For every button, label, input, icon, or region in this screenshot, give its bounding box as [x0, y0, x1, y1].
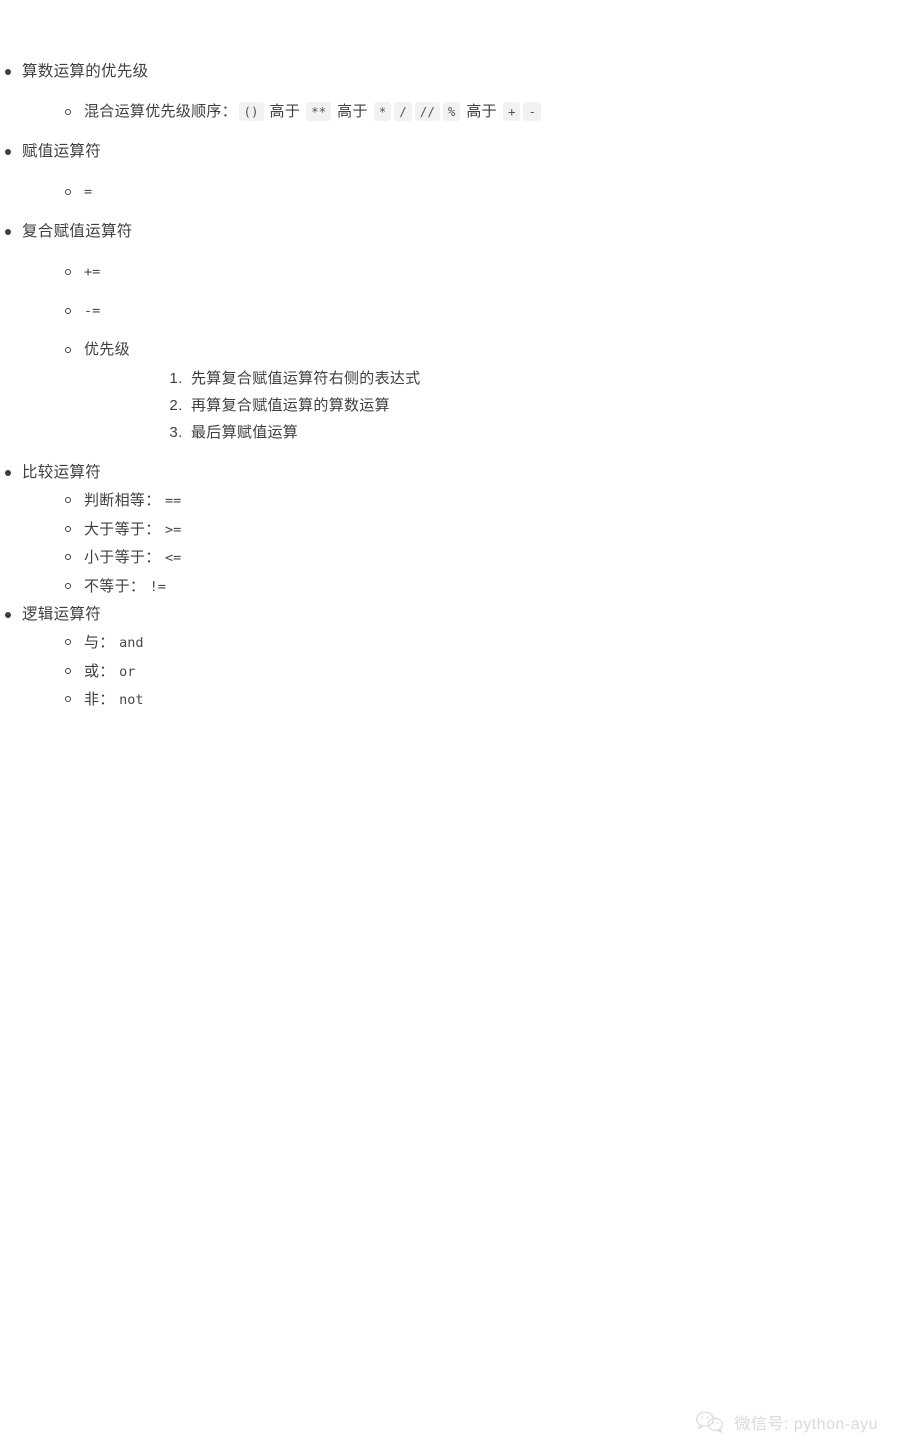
precedence-connector: 高于: [269, 103, 301, 120]
outline-level2-list: 混合运算优先级顺序：() 高于 ** 高于 * ///% 高于 + -: [22, 99, 880, 125]
outline-level1-item: 比较运算符 判断相等： == 大于等于： >= 小于等于： <= 不等于： !=: [0, 459, 880, 601]
operator-code: or: [119, 663, 136, 680]
wechat-icon: [695, 1410, 725, 1434]
outline-level2-label: 不等于： !=: [84, 573, 880, 602]
outline-level1-item: 复合赋值运算符 += -= 优先级先算复合赋值运算符右侧的表达式再算复合赋值运算的算数…: [0, 218, 880, 446]
outline-level2-item: 小于等于： <=: [22, 544, 880, 573]
operator-code: -=: [84, 303, 101, 319]
outline-level2-item: 优先级先算复合赋值运算符右侧的表达式再算复合赋值运算的算数运算最后算赋值运算: [22, 337, 880, 446]
outline-level3-ordered-list: 先算复合赋值运算符右侧的表达式再算复合赋值运算的算数运算最后算赋值运算: [84, 365, 880, 446]
outline-level2-label: 与： and: [84, 629, 880, 658]
outline-level1-item: 逻辑运算符 与： and 或： or 非： not: [0, 601, 880, 715]
document-page: 算数运算的优先级 混合运算优先级顺序：() 高于 ** 高于 * ///% 高于 +…: [0, 0, 900, 1450]
operator-precedence-sequence: () 高于 ** 高于 * ///% 高于 + -: [237, 102, 542, 121]
outline-level1-label: 赋值运算符: [22, 143, 102, 160]
footer-watermark: 微信号: python-ayu: [695, 1410, 878, 1434]
outline-level2-label: 判断相等： ==: [84, 487, 880, 516]
operator-chip: /: [394, 102, 412, 121]
operator-code: !=: [149, 578, 166, 595]
operator-chip: +: [502, 102, 521, 121]
outline-level2-item: 非： not: [22, 686, 880, 715]
outline-level2-label: 大于等于： >=: [84, 516, 880, 545]
outline-level2-text: 与：: [84, 634, 115, 651]
precedence-connector: 高于: [466, 103, 497, 120]
outline-level2-item: 判断相等： ==: [22, 487, 880, 516]
operator-chip: **: [306, 102, 332, 121]
precedence-connector: 高于: [337, 103, 368, 120]
outline-level2-item: 或： or: [22, 658, 880, 687]
operator-chip: *: [373, 102, 392, 121]
outline-level1-label: 比较运算符: [22, 464, 102, 481]
operator-code: ==: [164, 493, 182, 509]
operator-code: and: [119, 635, 144, 651]
outline-level2-list: 与： and 或： or 非： not: [22, 629, 880, 715]
outline-level2-item: 混合运算优先级顺序：() 高于 ** 高于 * ///% 高于 + -: [22, 99, 880, 125]
operator-chip: -: [523, 102, 541, 121]
outline-level2-text: 判断相等：: [84, 492, 161, 509]
outline-level2-text: 非：: [84, 691, 115, 708]
footer-wechat-id: 微信号: python-ayu: [734, 1416, 878, 1433]
outline-level2-list: += -= 优先级先算复合赋值运算符右侧的表达式再算复合赋值运算的算数运算最后算赋值…: [22, 259, 880, 446]
outline-level2-text: 优先级: [84, 341, 130, 358]
operator-chip: (): [238, 102, 264, 121]
outline-level3-label: 再算复合赋值运算的算数运算: [191, 397, 390, 414]
outline-level2-item: -=: [22, 298, 880, 324]
outline-level2-list: 判断相等： == 大于等于： >= 小于等于： <= 不等于： !=: [22, 487, 880, 601]
outline-level3-item: 再算复合赋值运算的算数运算: [187, 392, 880, 419]
outline-level3-label: 最后算赋值运算: [191, 424, 299, 441]
outline-level2-item: 不等于： !=: [22, 573, 880, 602]
outline-level2-text: 混合运算优先级顺序：: [84, 103, 238, 120]
outline-level1-item: 算数运算的优先级 混合运算优先级顺序：() 高于 ** 高于 * ///% 高于 +…: [0, 58, 880, 125]
outline-level1-label: 算数运算的优先级: [22, 63, 149, 80]
operator-code: =: [84, 184, 93, 200]
outline-level2-item: +=: [22, 259, 880, 285]
outline-level2-label: +=: [84, 259, 880, 285]
outline-level2-label: 混合运算优先级顺序：() 高于 ** 高于 * ///% 高于 + -: [84, 99, 880, 125]
outline-level2-text: 大于等于：: [84, 520, 161, 538]
operator-code: <=: [164, 550, 182, 566]
outline-level2-item: 大于等于： >=: [22, 516, 880, 545]
outline-level3-item: 最后算赋值运算: [187, 419, 880, 446]
outline-level2-label: 小于等于： <=: [84, 544, 880, 573]
outline-level2-label: 非： not: [84, 686, 880, 715]
outline-level2-item: =: [22, 179, 880, 205]
outline-level2-list: =: [22, 179, 880, 205]
outline-level2-item: 与： and: [22, 629, 880, 658]
outline-level2-text: 小于等于：: [84, 549, 161, 566]
operator-code: >=: [164, 521, 182, 538]
outline-level2-label: 优先级: [84, 337, 880, 363]
operator-code: +=: [84, 264, 101, 280]
operator-chip: %: [442, 102, 461, 121]
outline-level1-list: 算数运算的优先级 混合运算优先级顺序：() 高于 ** 高于 * ///% 高于 +…: [0, 58, 880, 715]
outline-level1-item: 赋值运算符 =: [0, 138, 880, 205]
outline-level2-text: 不等于：: [84, 577, 146, 595]
outline-level1-label: 复合赋值运算符: [22, 223, 133, 240]
notes-outline: 算数运算的优先级 混合运算优先级顺序：() 高于 ** 高于 * ///% 高于 +…: [0, 58, 880, 715]
outline-level1-label: 逻辑运算符: [22, 606, 102, 623]
outline-level3-item: 先算复合赋值运算符右侧的表达式: [187, 365, 880, 392]
operator-chip: //: [414, 102, 440, 121]
outline-level2-label: 或： or: [84, 658, 880, 687]
outline-level2-label: =: [84, 179, 880, 205]
outline-level2-text: 或：: [84, 662, 115, 680]
operator-code: not: [119, 692, 144, 708]
outline-level3-label: 先算复合赋值运算符右侧的表达式: [191, 370, 421, 387]
outline-level2-label: -=: [84, 298, 880, 324]
